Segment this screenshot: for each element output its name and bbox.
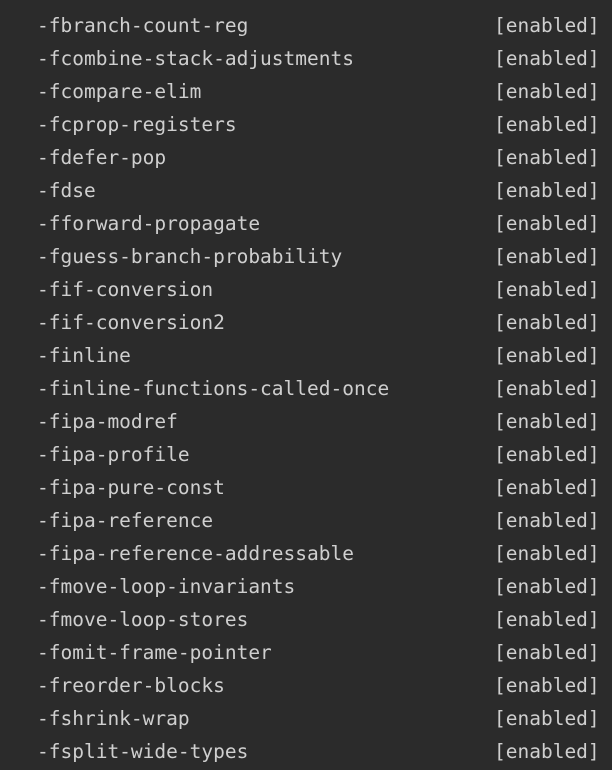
option-flag: -finline-functions-called-once	[37, 377, 390, 400]
option-flag: -fif-conversion	[37, 278, 214, 301]
option-status: [enabled]	[494, 47, 600, 70]
option-flag: -fguess-branch-probability	[37, 245, 343, 268]
option-flag: -fshrink-wrap	[37, 707, 190, 730]
option-row: -fipa-reference [enabled]	[0, 504, 612, 537]
option-status: [enabled]	[494, 278, 600, 301]
option-row: -fbranch-count-reg [enabled]	[0, 9, 612, 42]
option-row: -fomit-frame-pointer [enabled]	[0, 636, 612, 669]
option-flag: -fomit-frame-pointer	[37, 641, 272, 664]
option-status: [enabled]	[494, 179, 600, 202]
option-status: [enabled]	[494, 245, 600, 268]
option-row: -fipa-pure-const [enabled]	[0, 471, 612, 504]
option-row: -fcprop-registers [enabled]	[0, 108, 612, 141]
option-flag: -fdefer-pop	[37, 146, 167, 169]
option-flag: -fipa-pure-const	[37, 476, 225, 499]
option-row: -fforward-propagate [enabled]	[0, 207, 612, 240]
option-status: [enabled]	[494, 377, 600, 400]
option-row: -fcompare-elim [enabled]	[0, 75, 612, 108]
option-status: [enabled]	[494, 674, 600, 697]
option-status: [enabled]	[494, 311, 600, 334]
option-flag: -freorder-blocks	[37, 674, 225, 697]
option-row: -fif-conversion [enabled]	[0, 273, 612, 306]
option-status: [enabled]	[494, 740, 600, 763]
option-status: [enabled]	[494, 443, 600, 466]
option-row: -fguess-branch-probability [enabled]	[0, 240, 612, 273]
option-flag: -fsplit-wide-types	[37, 740, 249, 763]
option-row: -fmove-loop-stores [enabled]	[0, 603, 612, 636]
option-flag: -fcombine-stack-adjustments	[37, 47, 354, 70]
option-status: [enabled]	[494, 212, 600, 235]
option-flag: -fipa-reference-addressable	[37, 542, 354, 565]
option-row: -fif-conversion2 [enabled]	[0, 306, 612, 339]
terminal-output: -fbranch-count-reg [enabled] -fcombine-s…	[0, 0, 612, 770]
option-status: [enabled]	[494, 542, 600, 565]
option-flag: -fcprop-registers	[37, 113, 237, 136]
option-status: [enabled]	[494, 80, 600, 103]
option-status: [enabled]	[494, 476, 600, 499]
option-status: [enabled]	[494, 707, 600, 730]
option-row: -finline-functions-called-once [enabled]	[0, 372, 612, 405]
option-row: -fipa-profile [enabled]	[0, 438, 612, 471]
option-status: [enabled]	[494, 641, 600, 664]
option-row: -fipa-reference-addressable [enabled]	[0, 537, 612, 570]
option-row: -fcombine-stack-adjustments [enabled]	[0, 42, 612, 75]
option-status: [enabled]	[494, 608, 600, 631]
option-row: -fsplit-wide-types [enabled]	[0, 735, 612, 768]
option-row: -fshrink-wrap [enabled]	[0, 702, 612, 735]
option-row: -fdefer-pop [enabled]	[0, 141, 612, 174]
option-status: [enabled]	[494, 575, 600, 598]
option-row: -fdse [enabled]	[0, 174, 612, 207]
option-status: [enabled]	[494, 146, 600, 169]
option-status: [enabled]	[494, 410, 600, 433]
option-row: -finline [enabled]	[0, 339, 612, 372]
option-status: [enabled]	[494, 113, 600, 136]
option-flag: -fipa-profile	[37, 443, 190, 466]
option-flag: -finline	[37, 344, 131, 367]
option-flag: -fdse	[37, 179, 96, 202]
option-status: [enabled]	[494, 14, 600, 37]
option-flag: -fbranch-count-reg	[37, 14, 249, 37]
option-flag: -fforward-propagate	[37, 212, 261, 235]
option-flag: -fipa-modref	[37, 410, 178, 433]
option-row: -freorder-blocks [enabled]	[0, 669, 612, 702]
option-flag: -fcompare-elim	[37, 80, 202, 103]
option-row: -fmove-loop-invariants [enabled]	[0, 570, 612, 603]
option-status: [enabled]	[494, 509, 600, 532]
option-flag: -fmove-loop-invariants	[37, 575, 296, 598]
option-status: [enabled]	[494, 344, 600, 367]
option-flag: -fipa-reference	[37, 509, 214, 532]
option-flag: -fif-conversion2	[37, 311, 225, 334]
option-row: -fipa-modref [enabled]	[0, 405, 612, 438]
option-flag: -fmove-loop-stores	[37, 608, 249, 631]
